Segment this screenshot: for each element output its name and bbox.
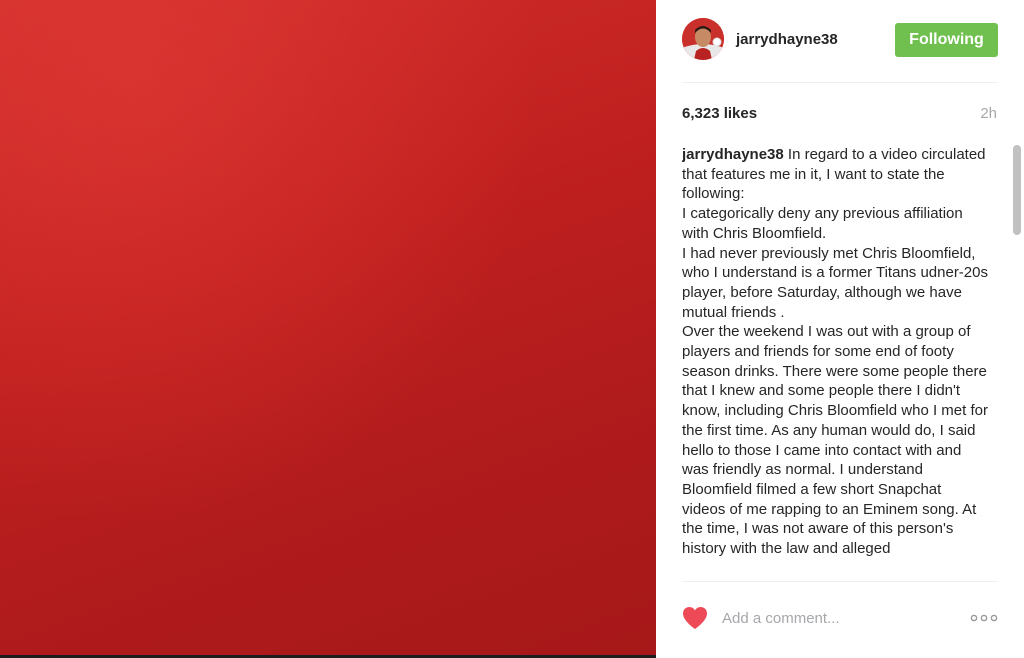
post-header: jarrydhayne38 Following [682, 16, 998, 62]
post-time[interactable]: 2h [980, 105, 997, 122]
post-username[interactable]: jarrydhayne38 [736, 31, 838, 48]
caption: jarrydhayne38 In regard to a video circu… [682, 145, 988, 559]
comment-bar [682, 596, 998, 640]
more-options-icon[interactable] [970, 608, 998, 628]
heart-icon[interactable] [682, 606, 708, 630]
following-button[interactable]: Following [895, 23, 998, 57]
caption-scrollbar[interactable] [1012, 145, 1022, 581]
caption-username[interactable]: jarrydhayne38 [682, 146, 784, 163]
header-divider [682, 82, 998, 83]
post-image[interactable] [0, 0, 656, 658]
post-side-panel: jarrydhayne38 Following 6,323 likes 2h j… [656, 0, 1024, 658]
scrollbar-thumb[interactable] [1013, 145, 1021, 235]
avatar-image [682, 18, 724, 60]
caption-text: In regard to a video circulated that fea… [682, 146, 988, 558]
instagram-post-modal: jarrydhayne38 Following 6,323 likes 2h j… [0, 0, 1024, 658]
likes-count[interactable]: 6,323 likes [682, 105, 757, 122]
footer-divider [682, 581, 998, 582]
comment-input[interactable] [720, 608, 954, 628]
caption-scroll-area[interactable]: jarrydhayne38 In regard to a video circu… [682, 145, 1008, 581]
avatar[interactable] [682, 18, 724, 60]
